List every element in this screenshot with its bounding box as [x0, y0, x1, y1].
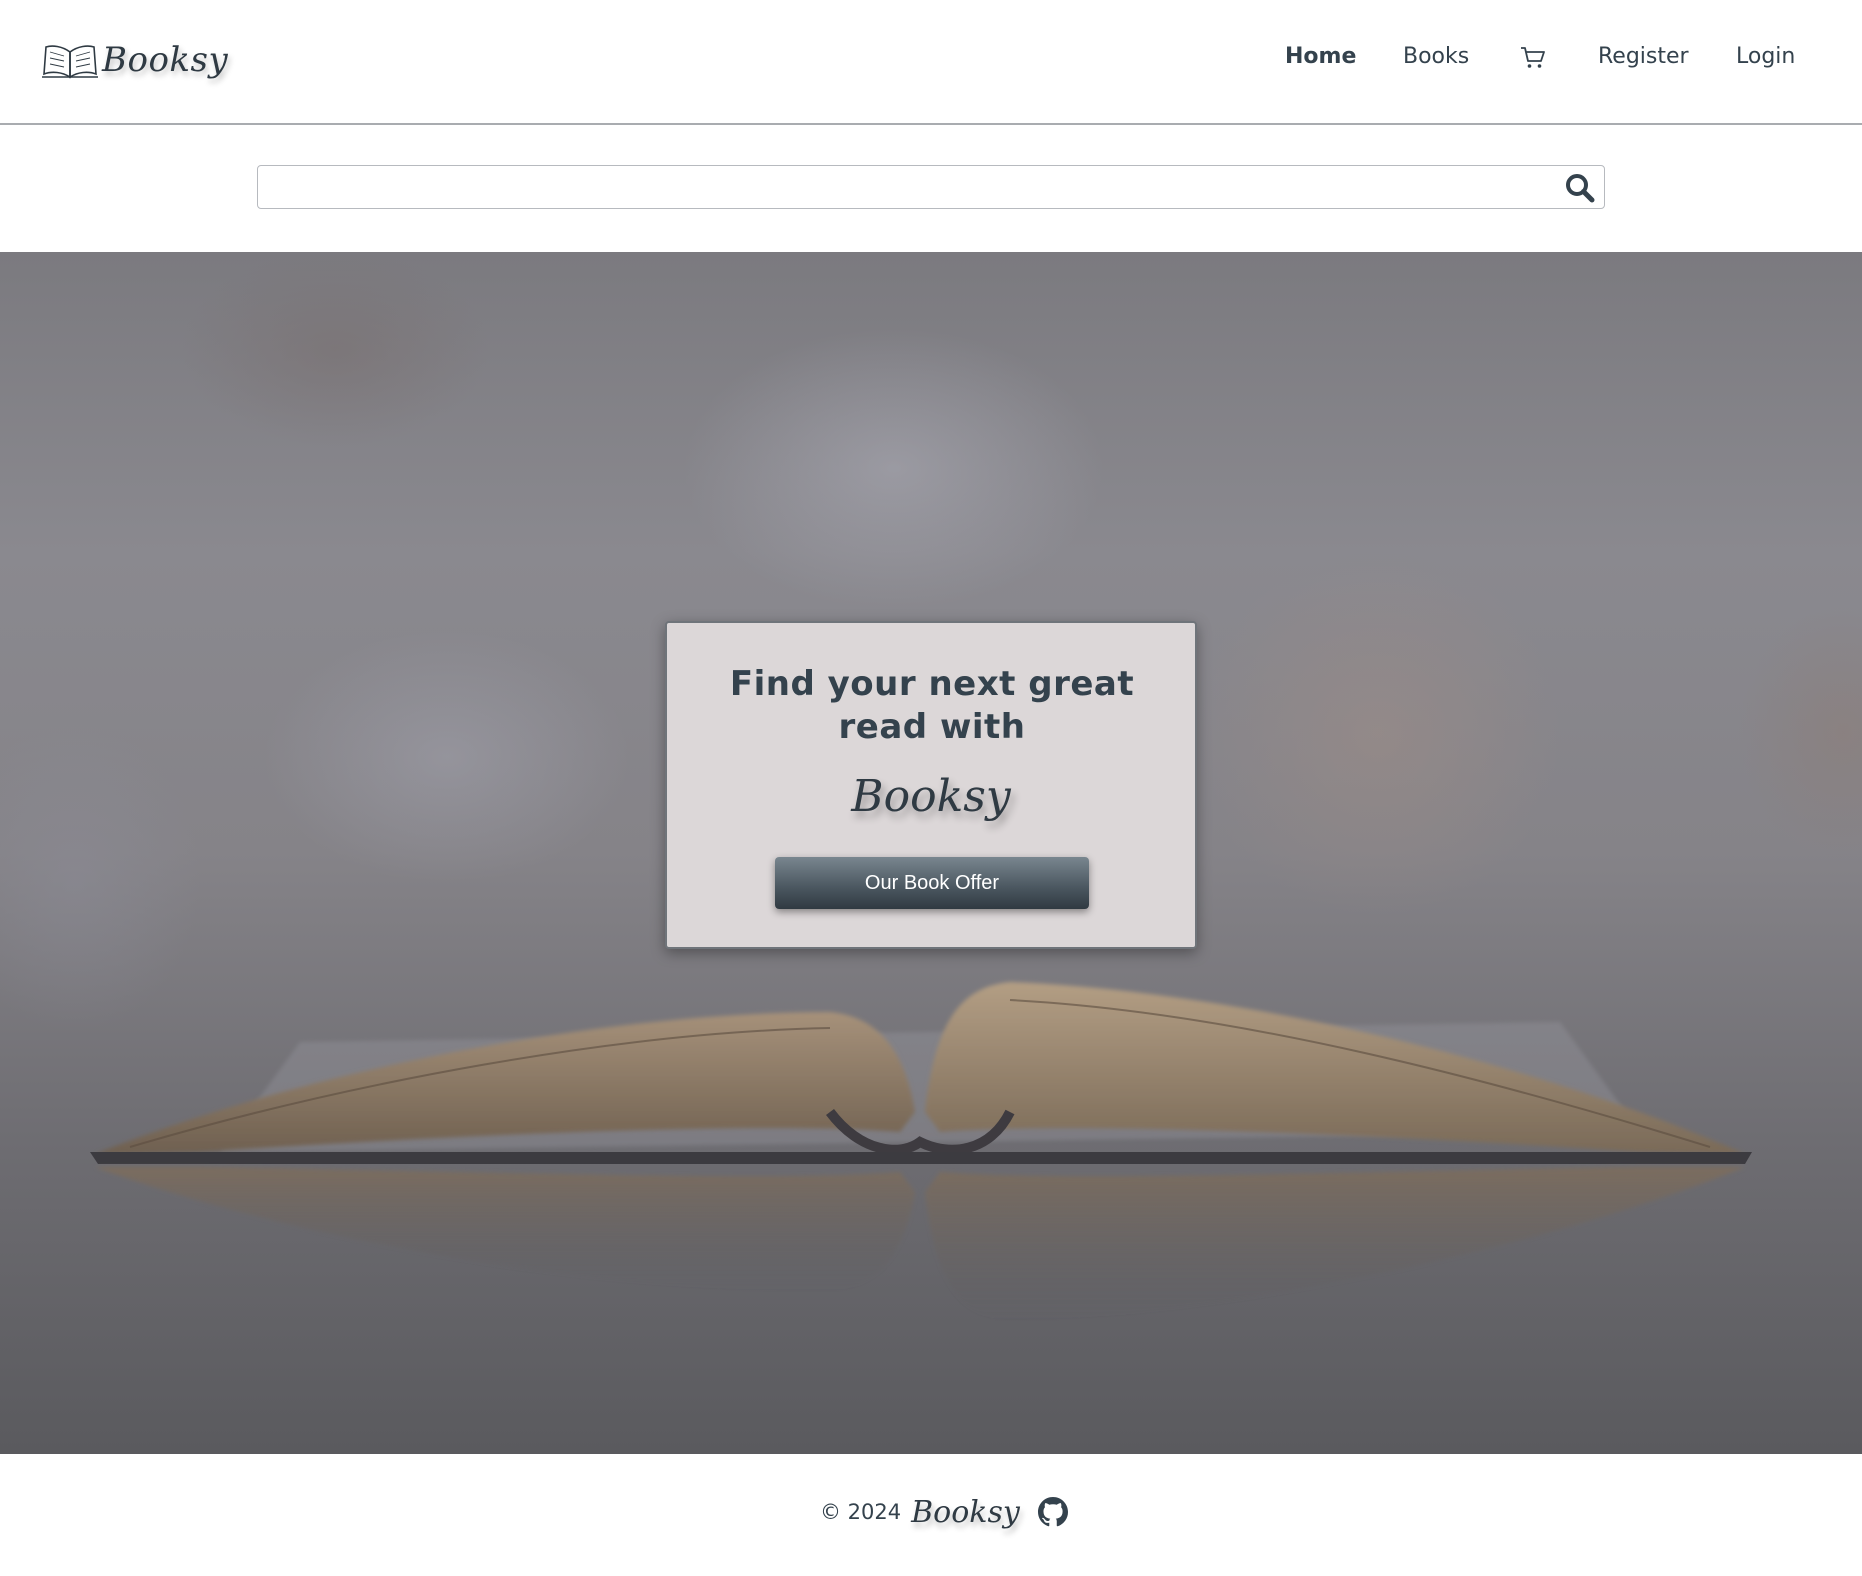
brand-name: Booksy	[102, 40, 229, 80]
navbar: Booksy Home Books Register Login	[0, 0, 1862, 125]
cart-icon	[1521, 47, 1545, 68]
book-offer-button[interactable]: Our Book Offer	[775, 857, 1089, 909]
hero-brand: Booksy	[851, 771, 1011, 822]
nav-register[interactable]: Register	[1598, 44, 1689, 69]
search-bar	[257, 165, 1605, 209]
footer: © 2024 Booksy	[0, 1454, 1862, 1576]
nav-cart[interactable]	[1519, 44, 1549, 74]
footer-copyright: © 2024	[820, 1500, 902, 1524]
hero-card: Find your next great read with Booksy Ou…	[665, 621, 1197, 949]
search-icon[interactable]	[1564, 172, 1596, 204]
brand-logo[interactable]: Booksy	[42, 36, 228, 84]
footer-content: © 2024 Booksy	[820, 1492, 1068, 1532]
nav-books[interactable]: Books	[1403, 44, 1469, 69]
nav-home[interactable]: Home	[1285, 44, 1356, 69]
nav-login[interactable]: Login	[1736, 44, 1795, 69]
hero-heading: Find your next great read with	[729, 664, 1135, 747]
search-input[interactable]	[258, 166, 1548, 207]
hero-section: Find your next great read with Booksy Ou…	[0, 252, 1862, 1454]
github-icon[interactable]	[1037, 1497, 1068, 1527]
open-book-icon	[42, 45, 98, 79]
footer-brand: Booksy	[911, 1494, 1020, 1530]
